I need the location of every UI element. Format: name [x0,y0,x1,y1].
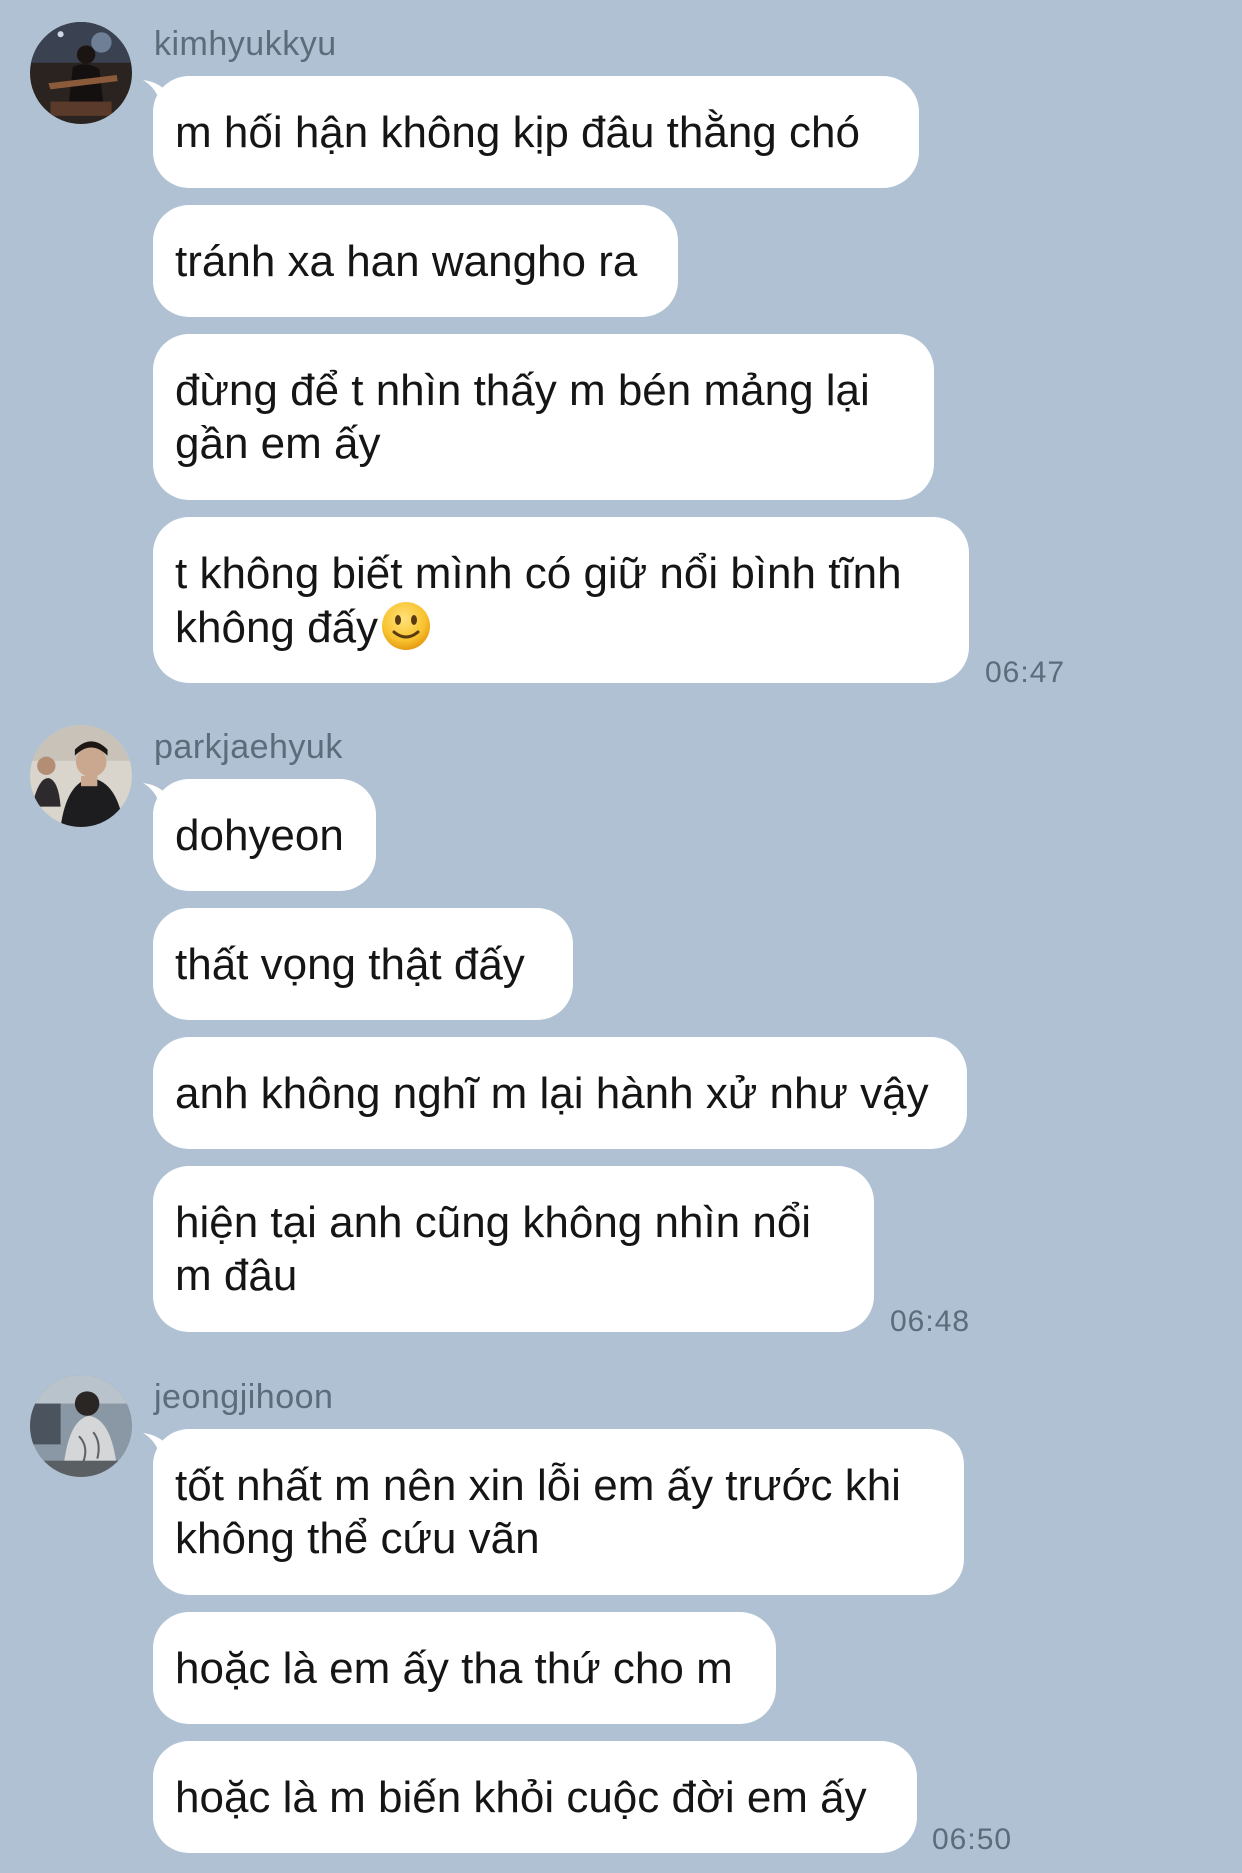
message-text: hoặc là m biến khỏi cuộc đời em ấy [175,1772,867,1822]
avatar[interactable] [30,1375,132,1477]
person-photo-avatar [30,1375,132,1477]
message-bubble[interactable]: đừng để t nhìn thấy m bén mảng lại gần e… [153,334,934,500]
sender-name: jeongjihoon [154,1378,334,1416]
message-text: tốt nhất m nên xin lỗi em ấy trước khi k… [175,1461,901,1563]
message-text: thất vọng thật đấy [175,939,525,989]
message-text: m hối hận không kịp đâu thằng chó [175,107,860,157]
message-bubble[interactable]: anh không nghĩ m lại hành xử như vậy [153,1037,967,1149]
message-text: t không biết mình có giữ nổi bình tĩnh k… [175,547,902,654]
slightly-smiling-face-icon [382,601,431,650]
message-bubble[interactable]: m hối hận không kịp đâu thằng chó [153,76,919,188]
person-photo-avatar [30,725,132,827]
chat-screen: kimhyukkyu m hối hận không kịp đâu thằng… [0,0,1242,1873]
message-text: dohyeon [175,810,344,860]
message-bubble[interactable]: hiện tại anh cũng không nhìn nổi m đâu [153,1166,874,1332]
message-bubble[interactable]: dohyeon [153,779,376,891]
message-bubble[interactable]: hoặc là m biến khỏi cuộc đời em ấy [153,1741,917,1853]
message-timestamp: 06:48 [890,1305,971,1338]
sender-name: kimhyukkyu [154,25,337,63]
message-bubble[interactable]: tốt nhất m nên xin lỗi em ấy trước khi k… [153,1429,964,1595]
avatar[interactable] [30,22,132,124]
message-text: hoặc là em ấy tha thứ cho m [175,1643,733,1693]
message-bubble[interactable]: hoặc là em ấy tha thứ cho m [153,1612,776,1724]
message-text: đừng để t nhìn thấy m bén mảng lại gần e… [175,366,870,468]
person-with-guitar-avatar [30,22,132,124]
message-text-part: t không biết mình có giữ nổi bình tĩnh k… [175,548,902,652]
message-bubble[interactable]: thất vọng thật đấy [153,908,573,1020]
message-bubble[interactable]: tránh xa han wangho ra [153,205,678,317]
message-timestamp: 06:47 [985,656,1066,689]
message-text: tránh xa han wangho ra [175,236,638,286]
message-text: hiện tại anh cũng không nhìn nổi m đâu [175,1198,812,1300]
sender-name: parkjaehyuk [154,728,343,766]
message-text: anh không nghĩ m lại hành xử như vậy [175,1068,929,1118]
message-timestamp: 06:50 [932,1823,1013,1856]
message-bubble[interactable]: t không biết mình có giữ nổi bình tĩnh k… [153,517,969,683]
avatar[interactable] [30,725,132,827]
